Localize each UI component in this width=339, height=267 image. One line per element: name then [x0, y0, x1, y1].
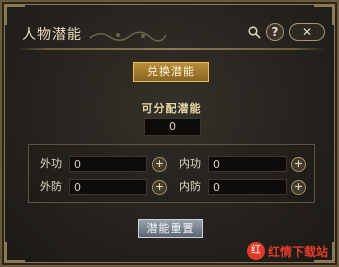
stat-label-inner-defense: 内防: [179, 180, 201, 193]
help-icon: ?: [271, 25, 279, 39]
stat-label-outer-attack: 外功: [40, 157, 62, 170]
stat-label-inner-attack: 内功: [179, 157, 201, 170]
stat-label-outer-defense: 外防: [40, 180, 62, 193]
stat-input-inner-attack[interactable]: 0: [208, 156, 287, 172]
title-divider: [16, 48, 326, 50]
search-icon[interactable]: [245, 23, 263, 41]
available-points-value: 0: [144, 118, 201, 136]
add-inner-attack-button[interactable]: +: [291, 157, 306, 172]
add-inner-defense-button[interactable]: +: [291, 180, 306, 195]
stat-input-outer-attack[interactable]: 0: [69, 156, 147, 172]
help-button[interactable]: ?: [266, 23, 284, 41]
stat-panel: 外功 0 + 内功 0 + 外防 0 + 内防 0 +: [28, 144, 315, 203]
site-watermark: 红 红情下载站: [247, 241, 331, 261]
close-icon: ✕: [301, 25, 313, 39]
potential-window: 人物潜能 ? ✕ 兑换潜能 可分配潜能 0 外功 0 + 内功 0 + 外防 0…: [0, 0, 339, 267]
title-bar: 人物潜能 ? ✕: [10, 14, 333, 50]
stat-input-outer-defense[interactable]: 0: [69, 179, 147, 195]
add-outer-attack-button[interactable]: +: [152, 157, 167, 172]
title-ornament-icon: [89, 31, 167, 42]
stat-input-inner-defense[interactable]: 0: [208, 179, 287, 195]
corner-ornament: [5, 242, 25, 262]
available-points-label: 可分配潜能: [141, 102, 202, 115]
window-title: 人物潜能: [22, 27, 82, 43]
close-button[interactable]: ✕: [289, 23, 325, 41]
watermark-text: 红情下载站: [268, 244, 329, 259]
watermark-logo-icon: 红: [247, 242, 265, 260]
reset-potential-button[interactable]: 潜能重置: [138, 219, 203, 238]
add-outer-defense-button[interactable]: +: [152, 180, 167, 195]
exchange-potential-button[interactable]: 兑换潜能: [133, 62, 209, 82]
magnifier-icon: [247, 25, 261, 39]
